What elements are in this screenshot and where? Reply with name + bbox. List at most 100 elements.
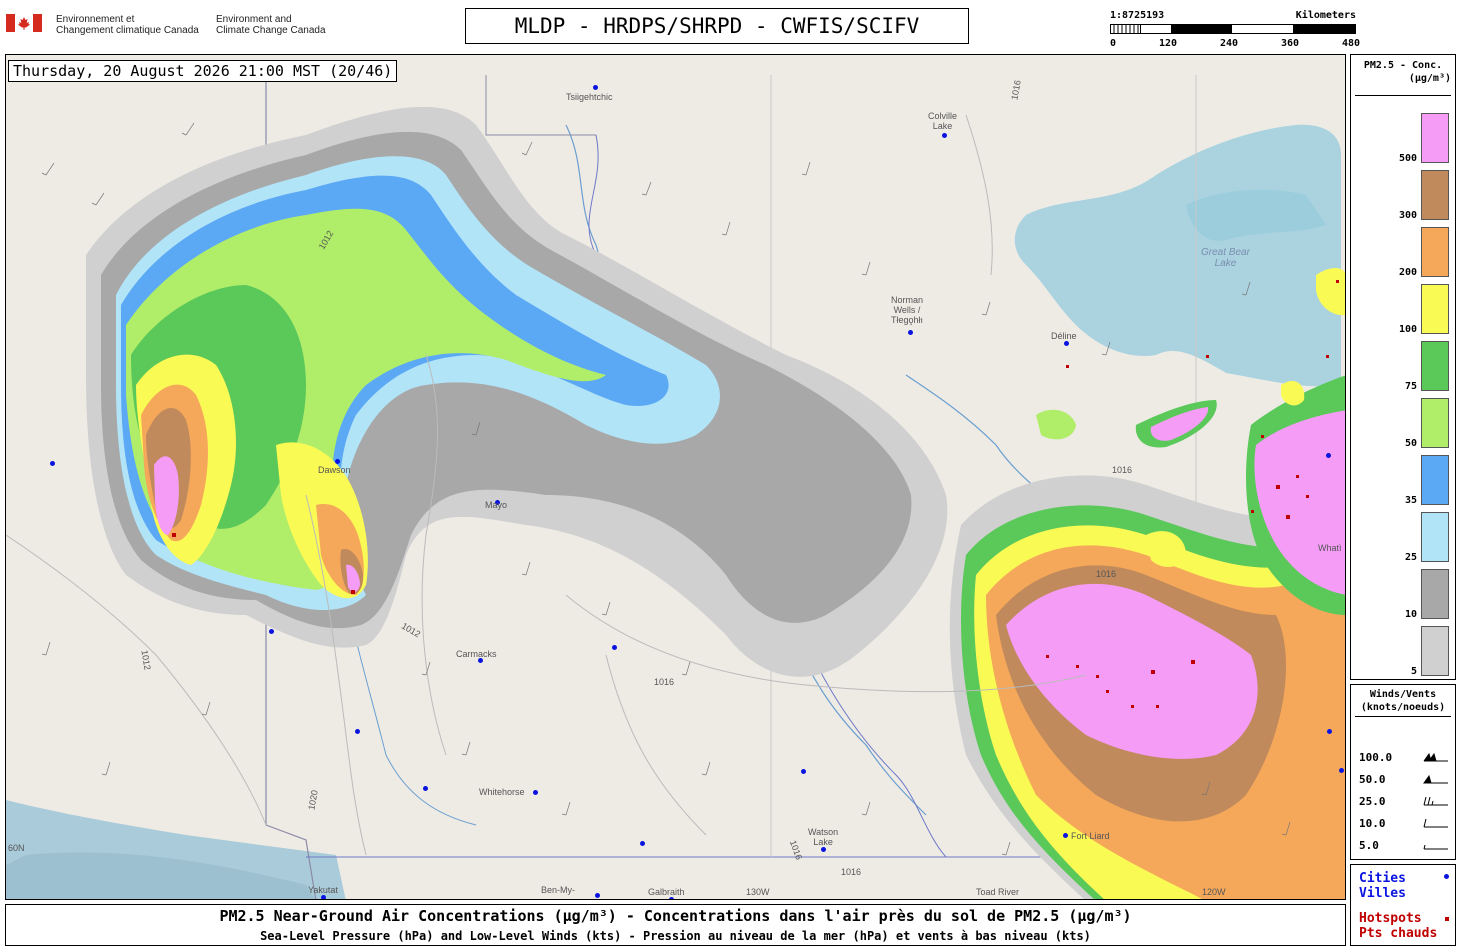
legend-swatch (1421, 569, 1449, 619)
colville-line2: Lake (932, 121, 953, 131)
legend-swatch (1421, 341, 1449, 391)
legend-swatch (1421, 113, 1449, 163)
scale-tick-240: 240 (1220, 38, 1239, 49)
hotspots-line2: Pts chauds (1359, 926, 1438, 941)
city-marker[interactable] (1326, 453, 1331, 458)
legend-title: PM2.5 - Conc. (µg/m³) (1355, 59, 1451, 85)
city-marker[interactable] (942, 133, 947, 138)
city-ben-my-chree: Ben-My- (541, 885, 576, 895)
wind-row-100: 100.0 (1359, 751, 1451, 765)
city-marker[interactable] (1327, 729, 1332, 734)
city-whitehorse: Whitehorse (479, 787, 525, 797)
colville-line1: Colville (928, 111, 958, 121)
city-toad-river: Toad River (976, 887, 1020, 897)
city-norman-wells: Norman Wells / Tłegǫhłı (891, 295, 923, 325)
city-watson-lake: Watson Lake (808, 827, 838, 847)
isobar-label: 1016 (1096, 569, 1117, 579)
forecast-timestamp: Thursday, 20 August 2026 21:00 MST (20/4… (8, 60, 398, 82)
wind-barb-5-icon (1423, 844, 1448, 850)
government-name-english: Environment and Climate Change Canada (216, 14, 326, 36)
legend-swatch-label: 75 (1404, 381, 1417, 392)
city-galbraith: Galbraith (648, 887, 685, 897)
city-marker[interactable] (821, 847, 826, 852)
city-marker[interactable] (640, 841, 645, 846)
legend-swatch (1421, 284, 1449, 334)
city-marker[interactable] (50, 461, 55, 466)
city-marker[interactable] (801, 769, 806, 774)
wind-barb-50-icon (1423, 774, 1448, 784)
scale-tick-120: 120 (1159, 38, 1178, 49)
city-whati: Whatì (1318, 543, 1342, 553)
wind-speed-label: 100.0 (1359, 751, 1393, 764)
canada-flag-icon (6, 14, 42, 32)
wind-speed-label: 25.0 (1359, 795, 1386, 808)
hotspot-square-icon (1445, 917, 1449, 921)
city-marker[interactable] (595, 893, 600, 898)
isobar-label: 1016 (654, 677, 675, 687)
legend-swatch-label: 300 (1398, 210, 1417, 221)
meridian-120w-label: 120W (1202, 887, 1226, 897)
legend-swatch (1421, 455, 1449, 505)
city-marker[interactable] (355, 729, 360, 734)
city-colville-lake: Colville Lake (928, 111, 957, 131)
legend-swatch-label: 500 (1398, 153, 1417, 164)
city-yakutat: Yakutat (308, 885, 338, 895)
wind-legend: Winds/Vents (knots/noeuds) 100.0 50.0 25… (1350, 684, 1456, 860)
gov-fr-line1: Environnement et (56, 14, 135, 25)
smoke-forecast-map[interactable]: 1012 1012 1012 1016 1016 1016 1016 1020 … (5, 54, 1346, 900)
city-marker[interactable] (533, 790, 538, 795)
norman-line3: Tłegǫhłı (891, 315, 924, 325)
wind-title-line2: (knots/noeuds) (1360, 702, 1446, 713)
wind-row-50: 50.0 (1359, 773, 1451, 787)
cities-line1: Cities (1359, 871, 1406, 886)
city-marker[interactable] (612, 645, 617, 650)
legend-swatch-label: 200 (1398, 267, 1417, 278)
hotspots-line1: Hotspots (1359, 911, 1422, 926)
scale-units: Kilometers (1295, 10, 1356, 21)
parallel-60n-label: 60N (8, 843, 25, 853)
norman-line1: Norman (891, 295, 924, 305)
wind-barb-10-icon (1423, 818, 1448, 828)
gov-en-line2: Climate Change Canada (216, 25, 326, 36)
city-fort-liard: Fort Liard (1071, 831, 1110, 841)
city-marker[interactable] (1339, 768, 1344, 773)
meridian-130w-label: 130W (746, 887, 770, 897)
scale-tick-0: 0 (1110, 38, 1117, 49)
city-marker[interactable] (269, 629, 274, 634)
wind-title-line1: Winds/Vents (1369, 689, 1437, 700)
cities-label: Cities Villes (1359, 871, 1406, 901)
legend-swatch (1421, 227, 1449, 277)
hotspots-label: Hotspots Pts chauds (1359, 911, 1437, 941)
wind-row-5: 5.0 (1359, 839, 1451, 853)
wind-barb-25-icon (1423, 796, 1448, 806)
legend-swatch-label: 25 (1404, 552, 1417, 563)
map-caption: PM2.5 Near-Ground Air Concentrations (µg… (5, 904, 1346, 946)
city-marker[interactable] (669, 897, 674, 899)
legend-swatch (1421, 626, 1449, 676)
city-marker[interactable] (1063, 833, 1068, 838)
city-mayo: Mayo (485, 500, 508, 510)
city-marker[interactable] (1064, 341, 1069, 346)
city-marker[interactable] (423, 786, 428, 791)
isobar-label: 1016 (841, 867, 862, 877)
gov-fr-line2: Changement climatique Canada (56, 25, 199, 36)
legend-title-line1: PM2.5 - Conc. (1363, 60, 1443, 71)
city-tsiigehtchic: Tsiigehtchic (566, 92, 613, 102)
wind-row-10: 10.0 (1359, 817, 1451, 831)
city-marker[interactable] (593, 85, 598, 90)
legend-title-line2: (µg/m³) (1408, 73, 1451, 84)
cities-line2: Villes (1359, 886, 1406, 901)
city-dot-icon (1444, 874, 1449, 879)
city-marker[interactable] (321, 895, 326, 899)
city-marker[interactable] (335, 459, 340, 464)
legend-swatch-label: 100 (1398, 324, 1417, 335)
legend-swatch-label: 5 (1410, 666, 1417, 677)
city-marker[interactable] (908, 330, 913, 335)
scale-ratio: 1:8725193 (1110, 10, 1165, 21)
caption-line1: PM2.5 Near-Ground Air Concentrations (µg… (219, 907, 1132, 925)
government-name-french: Environnement et Changement climatique C… (56, 14, 199, 36)
scale-bar-graphic (1110, 24, 1356, 34)
wind-speed-label: 5.0 (1359, 839, 1379, 852)
wind-legend-divider (1355, 716, 1451, 717)
wind-row-25: 25.0 (1359, 795, 1451, 809)
